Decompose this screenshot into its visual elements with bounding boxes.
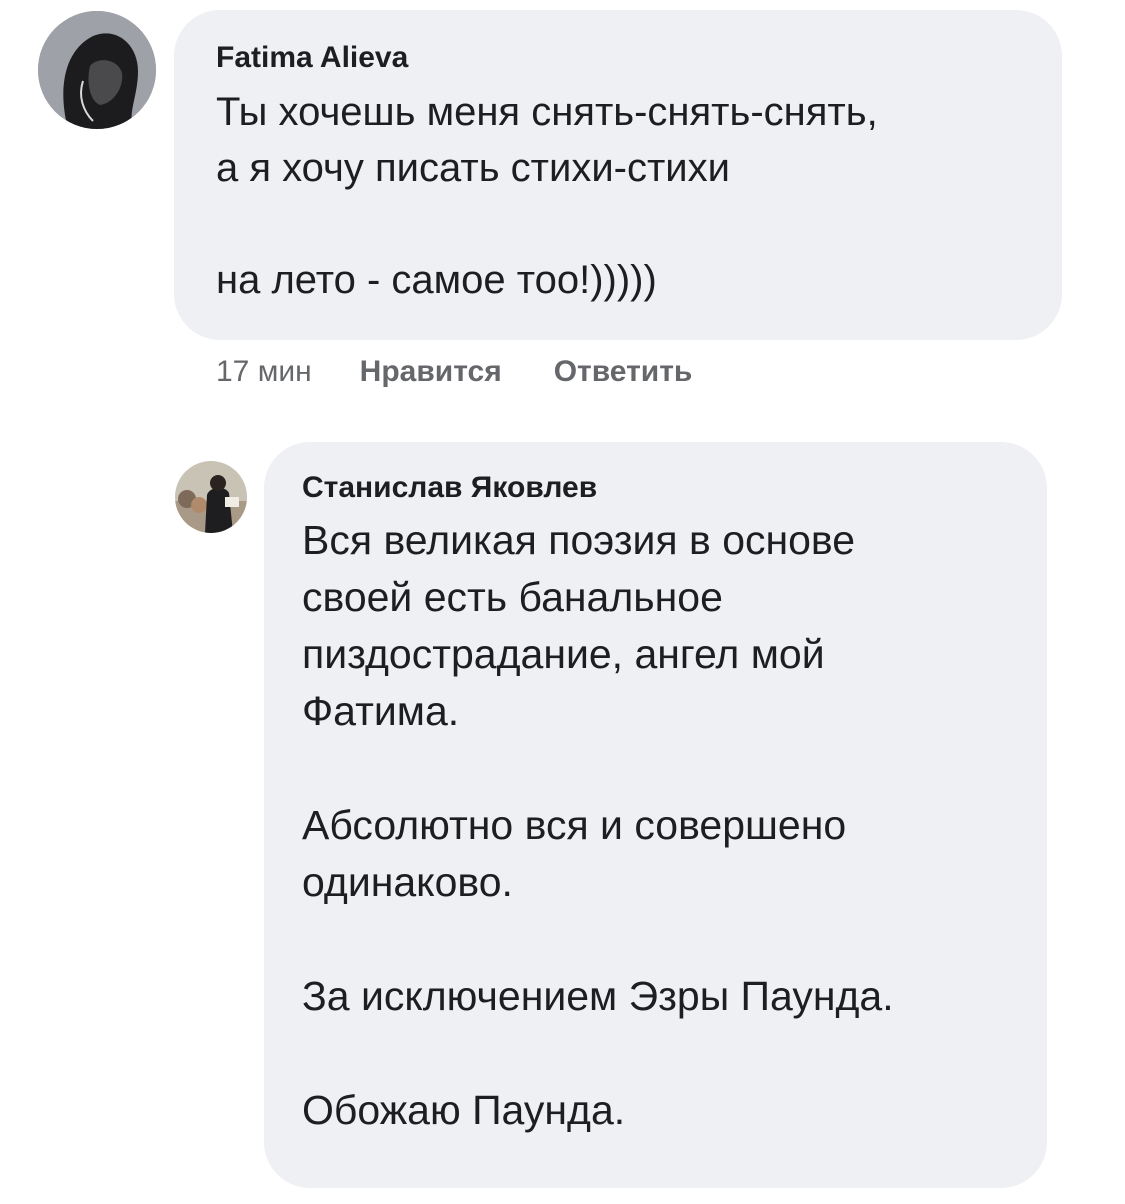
comment-author[interactable]: Fatima Alieva	[216, 40, 1062, 76]
comment-text: Вся великая поэзия в основе своей есть б…	[302, 512, 1047, 1139]
comment-meta: 17 мин Нравится Ответить	[216, 352, 744, 392]
comment-bubble: Станислав Яковлев Вся великая поэзия в о…	[264, 442, 1047, 1188]
comment-line: своей есть банальное	[302, 574, 723, 620]
comment-line: Обожаю Паунда.	[302, 1087, 626, 1133]
comment-line: Ты хочешь меня снять-снять-снять,	[216, 90, 878, 134]
comment-author[interactable]: Станислав Яковлев	[302, 470, 1047, 506]
comment-line: пиздострадание, ангел мой	[302, 631, 825, 677]
avatar[interactable]	[175, 461, 247, 533]
comment-line: Абсолютно вся и совершено	[302, 802, 847, 848]
comment-line: одинаково.	[302, 859, 513, 905]
comment-line: Вся великая поэзия в основе	[302, 517, 856, 563]
like-button[interactable]: Нравится	[360, 355, 502, 389]
comment-time[interactable]: 17 мин	[216, 355, 312, 389]
avatar[interactable]	[38, 11, 156, 129]
comment-line: За исключением Эзры Паунда.	[302, 973, 894, 1019]
comment-line: Фатима.	[302, 688, 460, 734]
reply-button[interactable]: Ответить	[554, 355, 693, 389]
comment-text: Ты хочешь меня снять-снять-снять, а я хо…	[216, 84, 1062, 308]
comment-bubble: Fatima Alieva Ты хочешь меня снять-снять…	[174, 10, 1062, 340]
comment-line: а я хочу писать стихи-стихи	[216, 146, 730, 190]
comment-line: на лето - самое тоо!)))))	[216, 258, 657, 302]
